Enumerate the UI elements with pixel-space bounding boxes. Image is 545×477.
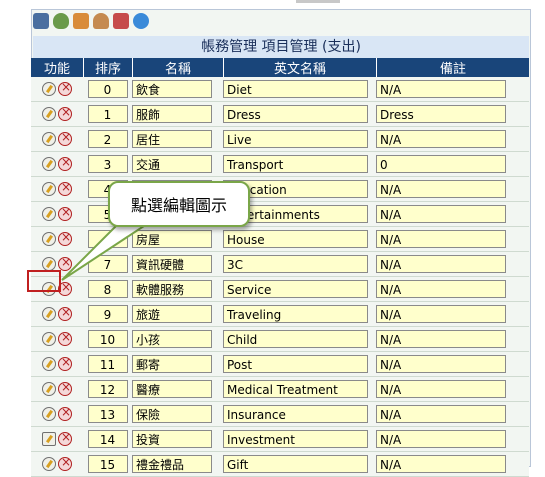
callout-bubble: 點選編輯圖示 [108,181,250,227]
callout-pointer [61,214,153,281]
